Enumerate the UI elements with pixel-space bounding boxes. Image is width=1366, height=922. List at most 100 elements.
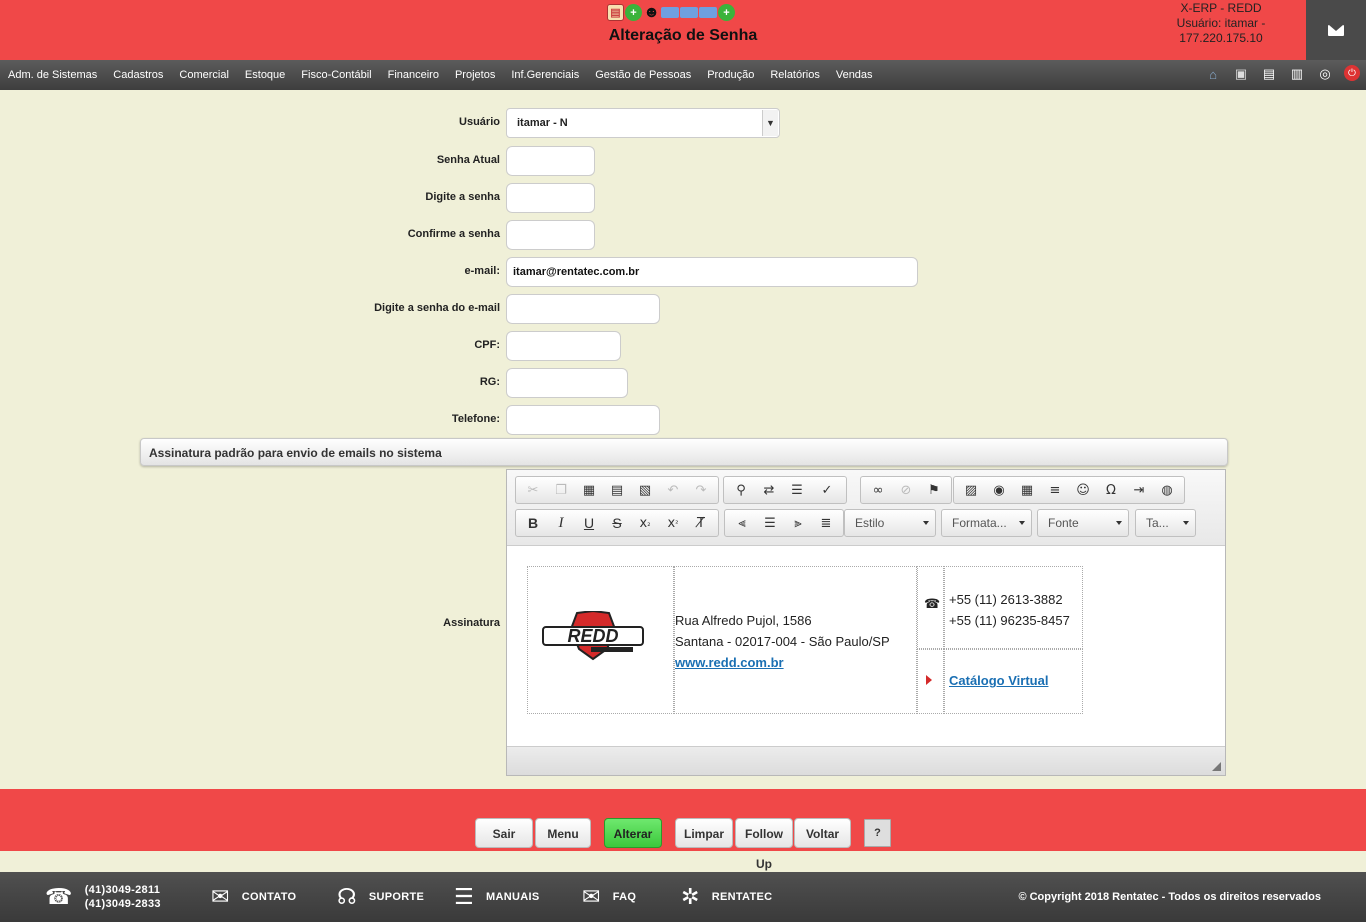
footer-rentatec[interactable]: ✲ RENTATEC bbox=[681, 872, 772, 922]
underline-icon[interactable]: U bbox=[575, 512, 603, 534]
undo-icon[interactable]: ↶ bbox=[659, 479, 687, 501]
copy-icon[interactable]: ❐ bbox=[547, 479, 575, 501]
strikethrough-icon[interactable]: S bbox=[603, 512, 631, 534]
catalog-link[interactable]: Catálogo Virtual bbox=[949, 673, 1048, 688]
add-icon[interactable]: + bbox=[718, 4, 735, 21]
menu-item-projetos[interactable]: Projetos bbox=[455, 69, 495, 81]
document-icon[interactable]: ▤ bbox=[1260, 65, 1278, 83]
menu-item-producao[interactable]: Produção bbox=[707, 69, 754, 81]
footer-suporte[interactable]: ☊ SUPORTE bbox=[337, 872, 424, 922]
font-dropdown[interactable]: Fonte bbox=[1037, 509, 1129, 537]
telefone-input[interactable] bbox=[506, 405, 660, 435]
sair-button[interactable]: Sair bbox=[475, 818, 533, 848]
paste-word-icon[interactable]: ▧ bbox=[631, 479, 659, 501]
special-char-icon[interactable]: Ω bbox=[1097, 479, 1125, 501]
document-icon[interactable]: ▤ bbox=[607, 4, 624, 21]
spellcheck-icon[interactable]: ✓ bbox=[811, 479, 843, 501]
image-icon[interactable]: ▨ bbox=[957, 479, 985, 501]
footer-contato[interactable]: ✉ CONTATO bbox=[211, 872, 296, 922]
format-dropdown[interactable]: Formata... bbox=[941, 509, 1032, 537]
align-center-icon[interactable]: ☰ bbox=[756, 512, 784, 534]
home-icon[interactable]: ⌂ bbox=[1204, 65, 1222, 83]
help-icon[interactable]: ◎ bbox=[1316, 65, 1334, 83]
menu-item-inf-gerenciais[interactable]: Inf.Gerenciais bbox=[511, 69, 579, 81]
page-icon[interactable]: ▥ bbox=[1288, 65, 1306, 83]
paste-text-icon[interactable]: ▤ bbox=[603, 479, 631, 501]
find-icon[interactable]: ⚲ bbox=[727, 479, 755, 501]
cut-icon[interactable]: ✂ bbox=[519, 479, 547, 501]
senha-email-input[interactable] bbox=[506, 294, 660, 324]
remove-format-icon[interactable]: T̸ bbox=[687, 512, 715, 534]
anchor-flag-icon[interactable]: ⚑ bbox=[920, 479, 948, 501]
limpar-button[interactable]: Limpar bbox=[675, 818, 733, 848]
rg-input[interactable] bbox=[506, 368, 628, 398]
page-break-icon[interactable]: ⇥ bbox=[1125, 479, 1153, 501]
add-icon[interactable]: + bbox=[625, 4, 642, 21]
senha-email-label: Digite a senha do e-mail bbox=[374, 302, 500, 314]
footer-faq-label: FAQ bbox=[612, 891, 637, 903]
align-right-icon[interactable]: ⫸ bbox=[784, 512, 812, 534]
row-senha-email: Digite a senha do e-mail bbox=[0, 294, 1366, 324]
copyright-text: © Copyright 2018 Rentatec - Todos os dir… bbox=[1018, 891, 1321, 903]
italic-icon[interactable]: I bbox=[547, 512, 575, 534]
justify-icon[interactable]: ≣ bbox=[812, 512, 840, 534]
flash-icon[interactable]: ◉ bbox=[985, 479, 1013, 501]
follow-up-button[interactable]: Follow Up bbox=[735, 818, 793, 871]
align-left-icon[interactable]: ⫷ bbox=[728, 512, 756, 534]
size-dropdown-label: Ta... bbox=[1146, 516, 1169, 530]
voltar-button[interactable]: Voltar bbox=[794, 818, 851, 848]
site-footer: ☎ (41)3049-2811 (41)3049-2833 ✉ CONTATO … bbox=[0, 872, 1366, 922]
style-dropdown[interactable]: Estilo bbox=[844, 509, 936, 537]
menu-item-financeiro[interactable]: Financeiro bbox=[388, 69, 439, 81]
select-all-icon[interactable]: ☰ bbox=[783, 479, 811, 501]
footer-phones: ☎ (41)3049-2811 (41)3049-2833 bbox=[45, 872, 161, 922]
chevron-down-icon bbox=[923, 521, 929, 525]
phone-number-2: +55 (11) 96235-8457 bbox=[949, 613, 1070, 628]
table-icon[interactable]: ▦ bbox=[1013, 479, 1041, 501]
power-icon[interactable]: ⏻ bbox=[1344, 65, 1360, 81]
editor-toolbar: ✂ ❐ ▦ ▤ ▧ ↶ ↷ ⚲ ⇄ ☰ ✓ ∞ ⊘ ⚑ ▨ ◉ ▦ ≡ ☺ Ω … bbox=[507, 470, 1225, 546]
alterar-button[interactable]: Alterar bbox=[604, 818, 662, 848]
horizontal-line-icon[interactable]: ≡ bbox=[1041, 479, 1069, 501]
confirme-senha-input[interactable] bbox=[506, 220, 595, 250]
bold-icon[interactable]: B bbox=[519, 512, 547, 534]
menu-item-relatorios[interactable]: Relatórios bbox=[770, 69, 820, 81]
footer-manuais[interactable]: ☰ MANUAIS bbox=[454, 872, 539, 922]
menu-button[interactable]: Menu bbox=[535, 818, 591, 848]
menu-item-estoque[interactable]: Estoque bbox=[245, 69, 285, 81]
email-input[interactable]: itamar@rentatec.com.br bbox=[506, 257, 918, 287]
keyboard-icon[interactable] bbox=[699, 7, 717, 18]
users-icon[interactable]: ☻ bbox=[643, 4, 660, 21]
subscript-icon[interactable]: x₂ bbox=[631, 512, 659, 534]
redo-icon[interactable]: ↷ bbox=[687, 479, 715, 501]
keyboard-icon[interactable] bbox=[680, 7, 698, 18]
replace-icon[interactable]: ⇄ bbox=[755, 479, 783, 501]
smiley-icon[interactable]: ☺ bbox=[1069, 479, 1097, 501]
menu-item-fisco-contabil[interactable]: Fisco-Contábil bbox=[301, 69, 371, 81]
cpf-input[interactable] bbox=[506, 331, 621, 361]
chevron-down-icon[interactable]: ▼ bbox=[762, 110, 778, 136]
print-icon[interactable]: ▣ bbox=[1232, 65, 1250, 83]
menu-item-comercial[interactable]: Comercial bbox=[179, 69, 229, 81]
envelope-icon bbox=[1328, 24, 1344, 36]
menu-item-adm-sistemas[interactable]: Adm. de Sistemas bbox=[8, 69, 97, 81]
digite-senha-input[interactable] bbox=[506, 183, 595, 213]
help-button[interactable]: ? bbox=[864, 819, 891, 847]
menu-item-gestao-pessoas[interactable]: Gestão de Pessoas bbox=[595, 69, 691, 81]
superscript-icon[interactable]: x² bbox=[659, 512, 687, 534]
usuario-select[interactable]: itamar - N ▼ bbox=[506, 108, 780, 138]
iframe-globe-icon[interactable]: ◍ bbox=[1153, 479, 1181, 501]
keyboard-icon[interactable] bbox=[661, 7, 679, 18]
menu-item-vendas[interactable]: Vendas bbox=[836, 69, 873, 81]
size-dropdown[interactable]: Ta... bbox=[1135, 509, 1196, 537]
resize-handle[interactable] bbox=[1212, 762, 1221, 771]
phone-icon: ☎ bbox=[924, 596, 941, 611]
paste-icon[interactable]: ▦ bbox=[575, 479, 603, 501]
link-icon[interactable]: ∞ bbox=[864, 479, 892, 501]
unlink-icon[interactable]: ⊘ bbox=[892, 479, 920, 501]
footer-faq[interactable]: ✉ FAQ bbox=[582, 872, 636, 922]
website-link[interactable]: www.redd.com.br bbox=[675, 652, 890, 673]
senha-atual-input[interactable] bbox=[506, 146, 595, 176]
mail-button[interactable] bbox=[1306, 0, 1366, 60]
menu-item-cadastros[interactable]: Cadastros bbox=[113, 69, 163, 81]
